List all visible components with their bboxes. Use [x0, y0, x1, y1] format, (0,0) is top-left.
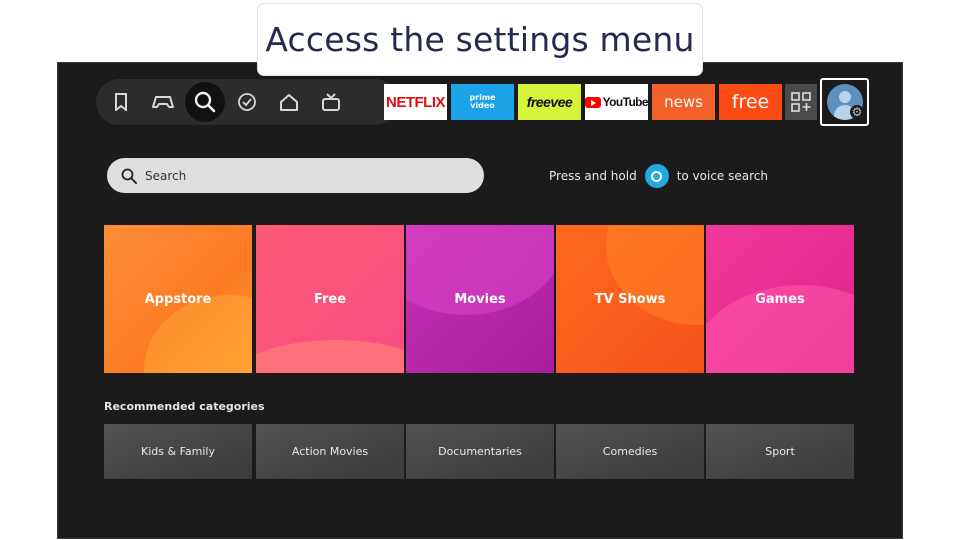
free-logo: free	[731, 91, 770, 113]
category-label: Sport	[765, 445, 795, 458]
tile-movies[interactable]: Movies	[406, 225, 554, 373]
tile-label: Games	[755, 291, 805, 307]
nav-search[interactable]	[184, 79, 226, 125]
top-navigation-bar	[96, 79, 398, 125]
alexa-icon	[644, 164, 669, 188]
nav-home[interactable]	[268, 79, 310, 125]
check-circle-icon	[238, 93, 256, 111]
search-icon	[121, 168, 137, 184]
tile-label: Free	[313, 291, 347, 307]
nav-live[interactable]	[310, 79, 352, 125]
category-sport[interactable]: Sport	[706, 424, 854, 479]
tile-free[interactable]: Free	[256, 225, 404, 373]
app-youtube[interactable]: YouTube	[585, 84, 648, 120]
all-apps-button[interactable]	[785, 84, 817, 120]
youtube-logo: YouTube	[602, 95, 648, 109]
nav-my-stuff[interactable]	[226, 79, 268, 125]
voice-search-hint: Press and hold to voice search	[549, 164, 768, 188]
app-netflix[interactable]: NETFLIX	[384, 84, 447, 120]
category-label: Documentaries	[438, 445, 522, 458]
category-label: Comedies	[602, 445, 658, 458]
live-tv-icon	[322, 93, 340, 111]
nav-games[interactable]	[142, 79, 184, 125]
app-free[interactable]: free	[719, 84, 782, 120]
news-logo: news	[664, 93, 703, 111]
tile-games[interactable]: Games	[706, 225, 854, 373]
search-icon	[194, 91, 216, 113]
app-freevee[interactable]: freevee	[518, 84, 581, 120]
app-news[interactable]: news	[652, 84, 715, 120]
game-controller-icon	[152, 96, 174, 108]
category-label: Kids & Family	[141, 445, 215, 458]
tile-label: Movies	[454, 291, 506, 307]
prime-logo-bottom: video	[470, 101, 495, 110]
tile-appstore[interactable]: Appstore	[104, 225, 252, 373]
netflix-logo: NETFLIX	[386, 93, 446, 111]
search-input[interactable]: Search	[107, 158, 484, 193]
app-prime-video[interactable]: prime video	[451, 84, 514, 120]
fire-tv-home-screen: NETFLIX prime video freevee YouTube news…	[57, 62, 903, 539]
voice-hint-after: to voice search	[676, 169, 768, 183]
tile-label: TV Shows	[594, 291, 666, 307]
bookmark-icon	[115, 93, 127, 111]
youtube-play-icon	[585, 96, 601, 108]
category-label: Action Movies	[291, 445, 369, 458]
recommended-categories-heading: Recommended categories	[104, 400, 265, 413]
nav-bookmark[interactable]	[100, 79, 142, 125]
freevee-logo: freevee	[526, 94, 573, 110]
category-action-movies[interactable]: Action Movies	[256, 424, 404, 479]
apps-grid-icon	[791, 92, 811, 112]
search-placeholder: Search	[145, 168, 187, 183]
voice-hint-before: Press and hold	[549, 169, 637, 183]
tile-tv-shows[interactable]: TV Shows	[556, 225, 704, 373]
home-icon	[280, 94, 298, 111]
category-comedies[interactable]: Comedies	[556, 424, 704, 479]
category-documentaries[interactable]: Documentaries	[406, 424, 554, 479]
tile-label: Appstore	[144, 291, 212, 307]
gear-icon: ⚙	[850, 105, 864, 119]
caption-title: Access the settings menu	[258, 4, 702, 75]
category-kids-family[interactable]: Kids & Family	[104, 424, 252, 479]
